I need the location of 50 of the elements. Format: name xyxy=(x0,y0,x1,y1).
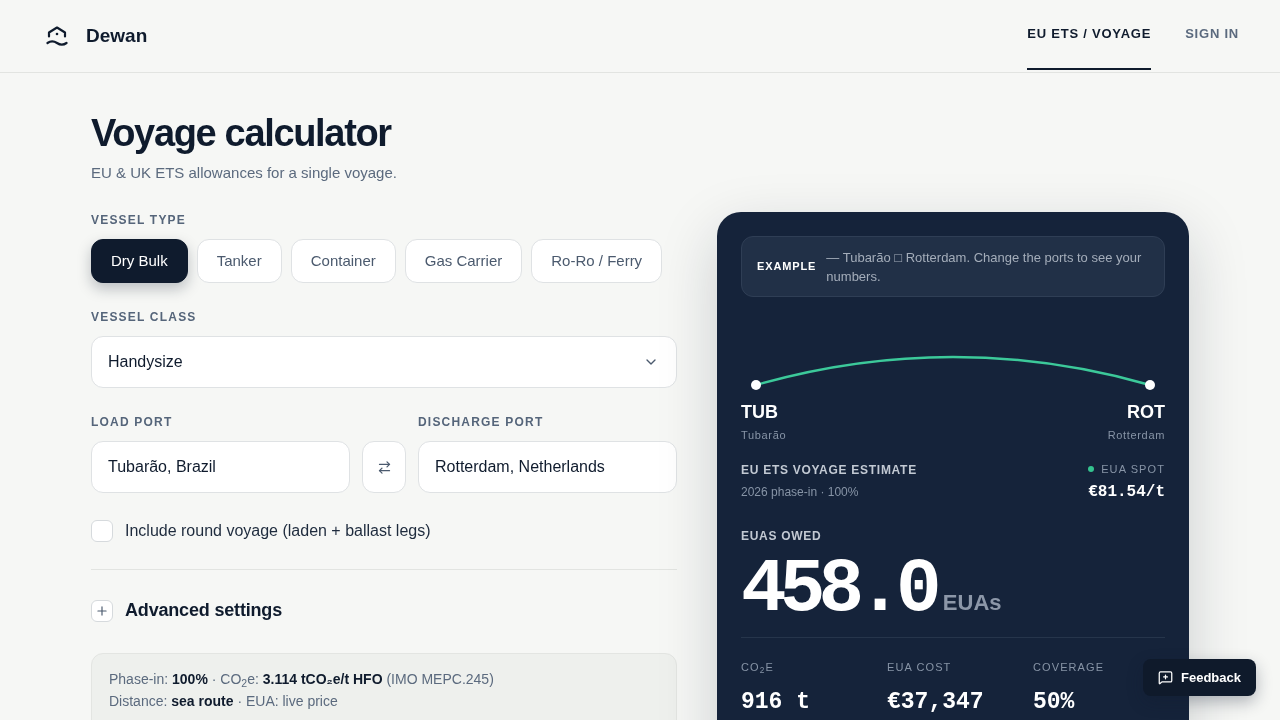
example-note: — Tubarão □ Rotterdam. Change the ports to see your numbers. xyxy=(826,248,1143,286)
swap-ports-button[interactable] xyxy=(362,441,406,493)
estimate-subtitle: 2026 phase-in · 100% xyxy=(741,484,860,500)
stat-value: 916 t xyxy=(741,688,811,716)
owed-label: EUAS OWED xyxy=(741,528,823,544)
spot-price: €81.54/t xyxy=(1088,482,1165,502)
stat-label: COVERAGE xyxy=(1033,660,1106,674)
vessel-type-option[interactable]: Gas Carrier xyxy=(404,239,523,283)
field-label: VESSEL CLASS xyxy=(91,309,198,325)
feedback-button[interactable]: Feedback xyxy=(1143,659,1256,696)
port-name: Rotterdam xyxy=(1107,428,1165,442)
vessel-type-option[interactable]: Dry Bulk xyxy=(91,239,188,283)
field-value: Tubarão, Brazil xyxy=(108,457,216,477)
stat-value: €37,347 xyxy=(887,688,985,716)
port-code: ROT xyxy=(1126,401,1165,423)
spot-label: EUA SPOT xyxy=(1101,462,1165,476)
assumption-line: Distance: sea route · EUA: live price xyxy=(109,692,339,711)
swap-arrows-icon xyxy=(376,459,392,475)
assumption-line: Phase-in: 100% · CO$_{2}$e: 3.114 tCO₂e/t HFO (IMO MEPC.245) xyxy=(109,670,495,690)
vessel-class-select[interactable]: Handysize xyxy=(91,336,677,388)
port-code: TUB xyxy=(741,401,779,423)
vessel-type-option[interactable]: Container xyxy=(290,239,396,283)
brand-name: Dewan xyxy=(86,23,148,48)
stat-label: CO$_{2}$E xyxy=(741,660,775,674)
discharge-port-field[interactable]: Rotterdam, Netherlands xyxy=(418,441,677,493)
checkbox-label: Include round voyage (laden + ballast legs) xyxy=(125,521,431,541)
owed-value: 458.0 xyxy=(741,548,935,632)
field-value: Rotterdam, Netherlands xyxy=(435,457,605,477)
checkbox[interactable] xyxy=(91,520,113,542)
field-label: VESSEL TYPE xyxy=(91,212,187,228)
field-label: DISCHARGE PORT xyxy=(418,414,545,430)
field-label: LOAD PORT xyxy=(91,414,174,430)
nav-link[interactable]: EU ETS / VOYAGE xyxy=(1027,0,1152,70)
estimate-title: EU ETS VOYAGE ESTIMATE xyxy=(741,462,917,478)
example-label: EXAMPLE xyxy=(757,259,817,275)
plus-icon[interactable] xyxy=(91,599,113,622)
page-title: Voyage calculator xyxy=(91,111,393,155)
vessel-type-option[interactable]: Ro-Ro / Ferry xyxy=(531,239,663,283)
message-plus-icon xyxy=(1158,670,1173,685)
vessel-type-option[interactable]: Tanker xyxy=(196,239,282,283)
advanced-settings-toggle[interactable]: Advanced settings xyxy=(125,597,282,624)
stat-value: 50% xyxy=(1033,688,1076,716)
logo-icon xyxy=(46,26,68,46)
port-name: Tubarão xyxy=(741,428,787,442)
stat-label: EUA COST xyxy=(887,660,953,674)
nav-link[interactable]: SIGN IN xyxy=(1185,0,1239,70)
load-port-field[interactable]: Tubarão, Brazil xyxy=(91,441,350,493)
owed-unit: EUAs xyxy=(942,589,1002,617)
page-subtitle: EU & UK ETS allowances for a single voyage. xyxy=(91,163,398,183)
select-value: Handysize xyxy=(108,352,183,372)
